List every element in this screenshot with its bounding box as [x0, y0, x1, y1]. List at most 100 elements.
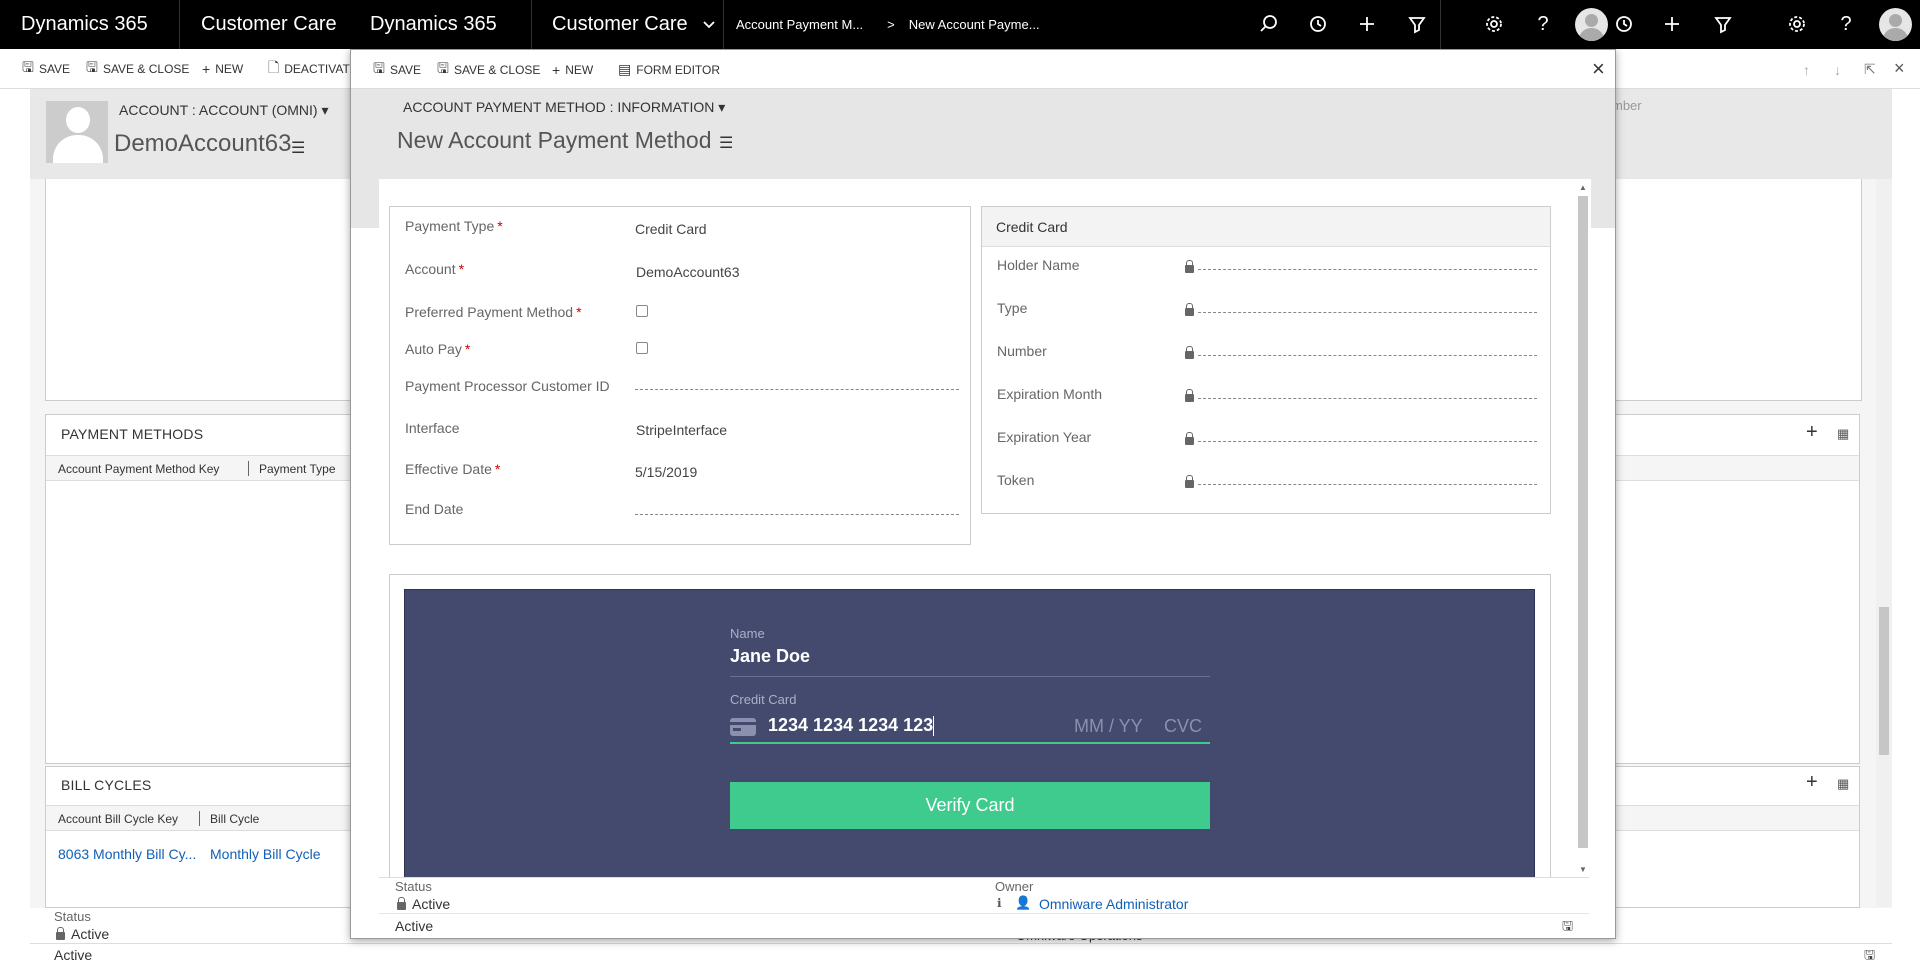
- history-icon[interactable]: [1306, 12, 1330, 36]
- plus-icon[interactable]: [1660, 12, 1684, 36]
- scroll-up-icon[interactable]: ▲: [1579, 183, 1587, 192]
- history-icon[interactable]: [1612, 12, 1636, 36]
- lock-icon: [1185, 475, 1194, 488]
- payment-type-label-text: Payment Type: [405, 218, 495, 234]
- add-icon[interactable]: +: [1806, 771, 1818, 794]
- save-button[interactable]: 🖫 SAVE: [22, 49, 70, 89]
- modal-scrollbar-thumb[interactable]: [1578, 196, 1588, 848]
- save-close-icon: 🖫: [437, 59, 449, 76]
- filter-icon[interactable]: [1711, 12, 1735, 36]
- stripe-expiry-input[interactable]: MM / YY: [1074, 716, 1143, 737]
- account-label-text: Account: [405, 261, 456, 277]
- background-form-selector[interactable]: ACCOUNT : ACCOUNT (OMNI) ▾: [119, 102, 329, 119]
- grid-view-icon[interactable]: ▦: [1837, 426, 1849, 442]
- avatar[interactable]: [1879, 8, 1912, 41]
- text-cursor: [933, 716, 935, 737]
- bill-cycle-link[interactable]: Monthly Bill Cycle: [210, 846, 320, 862]
- avatar[interactable]: [1575, 8, 1608, 41]
- header-field-label: mber: [1612, 98, 1642, 113]
- gear-icon[interactable]: [1482, 12, 1506, 36]
- lock-icon: [397, 897, 406, 910]
- stripe-card-label: Credit Card: [730, 692, 797, 707]
- add-icon[interactable]: +: [1806, 421, 1818, 444]
- payment-type-label: Payment Type *: [405, 218, 503, 234]
- arrow-up-icon[interactable]: ↑: [1803, 62, 1810, 78]
- scroll-down-icon[interactable]: ▼: [1579, 865, 1587, 874]
- bill-cycle-key-link[interactable]: 8063 Monthly Bill Cy...: [58, 846, 196, 862]
- breadcrumb-item-1[interactable]: Account Payment M...: [736, 17, 863, 32]
- modal-app-area[interactable]: Customer Care: [532, 0, 724, 49]
- lock-icon: [1185, 346, 1194, 359]
- record-menu-icon[interactable]: ☰: [291, 138, 305, 158]
- save-label: SAVE: [38, 62, 71, 76]
- deactivate-icon: 🗋: [268, 59, 280, 75]
- column-header[interactable]: Account Bill Cycle Key: [58, 812, 178, 826]
- credit-card-field-row: Expiration Month: [982, 384, 1550, 418]
- close-icon[interactable]: ×: [1592, 56, 1605, 82]
- save-close-button[interactable]: 🖫 SAVE & CLOSE: [86, 49, 189, 89]
- breadcrumb-item-2[interactable]: New Account Payme...: [909, 17, 1040, 32]
- save-button[interactable]: 🖫 SAVE: [373, 50, 421, 89]
- background-status-bar: Active 🖫: [30, 943, 1892, 965]
- record-menu-icon[interactable]: ☰: [719, 133, 733, 153]
- help-icon[interactable]: ?: [1531, 12, 1555, 36]
- required-marker: *: [494, 461, 501, 477]
- verify-card-button[interactable]: Verify Card: [730, 782, 1210, 829]
- app-name[interactable]: Dynamics 365: [0, 0, 180, 49]
- required-marker: *: [458, 261, 465, 277]
- plus-icon: +: [552, 61, 561, 78]
- grid-view-icon[interactable]: ▦: [1837, 776, 1849, 792]
- required-marker: *: [464, 341, 471, 357]
- status-value: Active: [71, 926, 110, 942]
- search-icon[interactable]: [1257, 12, 1281, 36]
- stripe-name-underline: [730, 676, 1210, 677]
- modal-app-name[interactable]: Dynamics 365: [350, 0, 532, 49]
- nav-divider: [1440, 0, 1441, 49]
- processor-id-input[interactable]: [635, 389, 959, 390]
- preferred-payment-checkbox[interactable]: [636, 305, 648, 317]
- column-header[interactable]: Account Payment Method Key: [58, 462, 219, 476]
- arrow-down-icon[interactable]: ↓: [1834, 62, 1841, 78]
- help-icon[interactable]: ?: [1834, 12, 1858, 36]
- column-header[interactable]: Payment Type: [259, 462, 336, 476]
- stripe-name-input[interactable]: Jane Doe: [730, 646, 810, 667]
- new-button[interactable]: + NEW: [552, 50, 593, 89]
- background-scrollbar[interactable]: [1876, 179, 1892, 907]
- auto-pay-label-text: Auto Pay: [405, 341, 462, 357]
- modal-form-selector[interactable]: ACCOUNT PAYMENT METHOD : INFORMATION ▾: [403, 99, 725, 116]
- payment-type-value[interactable]: Credit Card: [635, 221, 707, 237]
- save-close-button[interactable]: 🖫 SAVE & CLOSE: [437, 50, 540, 89]
- interface-link[interactable]: StripeInterface: [636, 422, 727, 438]
- lock-icon: [1185, 432, 1194, 445]
- deactivate-button[interactable]: 🗋 DEACTIVATE: [268, 49, 358, 89]
- deactivate-label: DEACTIVATE: [284, 62, 358, 76]
- entity-image[interactable]: [46, 101, 108, 163]
- effective-date-value[interactable]: 5/15/2019: [635, 464, 697, 480]
- background-scrollbar-thumb[interactable]: [1879, 607, 1889, 755]
- stripe-card-number-input[interactable]: 1234 1234 1234 123: [768, 715, 935, 737]
- modal-scrollbar[interactable]: ▲ ▼: [1575, 179, 1591, 877]
- save-icon[interactable]: 🖫: [1864, 946, 1875, 968]
- popout-icon[interactable]: ⇱: [1864, 61, 1876, 78]
- filter-icon[interactable]: [1405, 12, 1429, 36]
- credit-card-icon: [730, 718, 756, 736]
- gear-icon[interactable]: [1785, 12, 1809, 36]
- save-close-icon: 🖫: [86, 59, 98, 75]
- end-date-input[interactable]: [635, 514, 959, 515]
- save-icon[interactable]: 🖫: [1562, 917, 1573, 939]
- new-button[interactable]: + NEW: [202, 49, 243, 89]
- owner-link[interactable]: Omniware Administrator: [1039, 896, 1188, 912]
- auto-pay-label: Auto Pay *: [405, 341, 470, 357]
- stripe-cvc-input[interactable]: CVC: [1164, 716, 1202, 737]
- plus-icon[interactable]: [1355, 12, 1379, 36]
- credit-card-field-row: Token: [982, 470, 1550, 504]
- auto-pay-checkbox[interactable]: [636, 342, 648, 354]
- stripe-card-underline: [730, 742, 1210, 744]
- column-header[interactable]: Bill Cycle: [210, 812, 259, 826]
- account-link[interactable]: DemoAccount63: [636, 264, 740, 280]
- form-editor-button[interactable]: ▤ FORM EDITOR: [618, 50, 720, 89]
- background-form-selector-label: ACCOUNT : ACCOUNT (OMNI): [119, 102, 318, 118]
- close-icon[interactable]: ×: [1894, 58, 1905, 79]
- credit-card-field-input: [1198, 398, 1537, 399]
- effective-date-row: Effective Date * 5/15/2019: [390, 452, 970, 486]
